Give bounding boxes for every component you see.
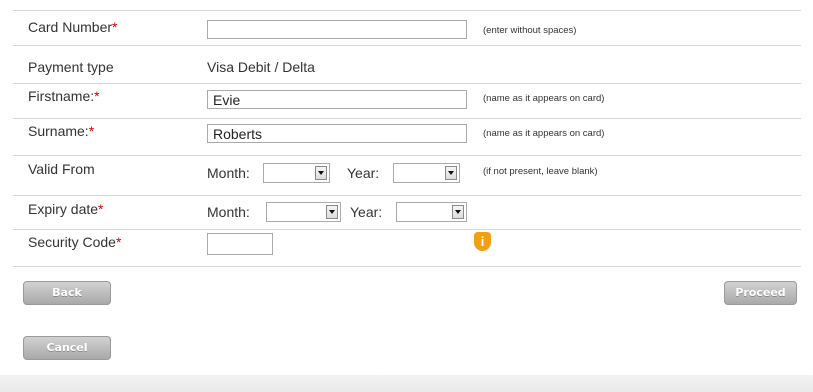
surname-row: Surname:* (name as it appears on card) [13,118,801,156]
card-number-hint: (enter without spaces) [483,25,577,36]
firstname-label: Firstname:* [28,88,100,104]
footer-bar [0,375,813,392]
valid-from-year-label: Year: [347,165,380,181]
expiry-month-select[interactable] [266,202,341,222]
surname-label: Surname:* [28,123,95,139]
card-number-label: Card Number* [28,19,118,35]
firstname-hint: (name as it appears on card) [483,93,605,104]
expiry-date-label: Expiry date* [28,201,104,217]
chevron-down-icon[interactable] [452,205,464,219]
valid-from-label: Valid From [28,161,95,177]
valid-from-year-select[interactable] [393,163,460,183]
valid-from-month-label: Month: [207,165,250,181]
surname-hint: (name as it appears on card) [483,128,605,139]
card-number-row: Card Number* (enter without spaces) [13,10,801,46]
firstname-input[interactable] [207,90,467,109]
cancel-button[interactable]: Cancel [23,336,111,360]
expiry-date-row: Expiry date* Month: Year: [13,195,801,230]
valid-from-month-select[interactable] [263,163,330,183]
payment-type-label: Payment type [28,59,114,75]
firstname-row: Firstname:* (name as it appears on card) [13,83,801,119]
payment-type-value: Visa Debit / Delta [207,59,315,75]
payment-type-row: Payment type Visa Debit / Delta [13,45,801,84]
chevron-down-icon[interactable] [315,166,327,180]
proceed-button[interactable]: Proceed [724,281,797,305]
security-code-row: Security Code* [13,229,801,267]
back-button[interactable]: Back [23,281,111,305]
surname-input[interactable] [207,124,467,143]
security-code-label: Security Code* [28,234,122,250]
chevron-down-icon[interactable] [326,205,338,219]
expiry-month-label: Month: [207,204,250,220]
chevron-down-icon[interactable] [445,166,457,180]
valid-from-row: Valid From Month: Year: (if not present,… [13,155,801,196]
valid-from-hint: (if not present, leave blank) [483,166,598,177]
expiry-year-label: Year: [350,204,383,220]
expiry-year-select[interactable] [396,202,467,222]
security-code-input[interactable] [207,233,273,255]
info-icon[interactable]: i [474,232,491,251]
card-number-input[interactable] [207,20,467,39]
